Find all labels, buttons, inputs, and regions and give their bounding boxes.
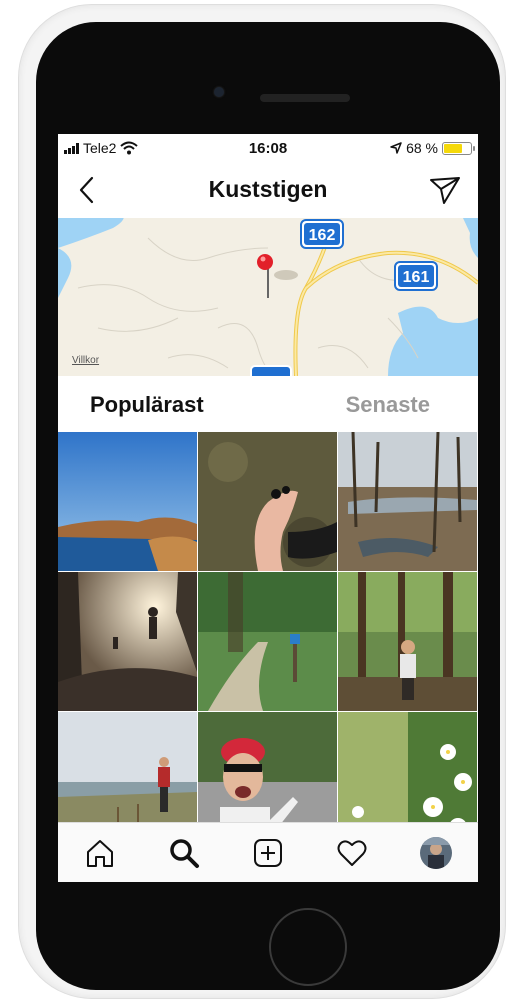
photo-tile-forest-path[interactable]	[198, 572, 337, 711]
road-sign-161: 161	[394, 261, 438, 291]
screen: Tele2 16:08 68 % Kuststigen 162 161 Vill…	[58, 134, 478, 882]
tab-popular[interactable]: Populärast	[90, 392, 204, 418]
photo-tile-hand[interactable]	[198, 432, 337, 571]
map-graphic: 162 161	[58, 218, 478, 376]
tab-recent[interactable]: Senaste	[346, 392, 430, 418]
search-icon[interactable]	[166, 835, 202, 871]
road-label-161: 161	[403, 269, 430, 286]
photo-tile-flowers[interactable]	[338, 712, 477, 822]
home-icon[interactable]	[82, 835, 118, 871]
bottom-tab-bar	[58, 822, 478, 882]
road-label-162: 162	[309, 227, 336, 244]
navigation-bar: Kuststigen	[58, 162, 478, 218]
sort-tabs: Populärast Senaste	[58, 376, 478, 432]
battery-icon	[442, 141, 475, 155]
road-sign-162: 162	[300, 219, 344, 249]
profile-avatar[interactable]	[420, 837, 452, 869]
page-title: Kuststigen	[208, 176, 328, 202]
photo-tile-coast[interactable]	[58, 432, 197, 571]
photo-tile-cyclist-selfie[interactable]	[198, 712, 337, 822]
photo-tile-marsh[interactable]	[338, 432, 477, 571]
battery-percent: 68 %	[406, 140, 438, 156]
send-direct-icon[interactable]	[428, 174, 462, 206]
heart-icon[interactable]	[334, 835, 370, 871]
map-terms-link[interactable]: Villkor	[72, 355, 99, 366]
earpiece-speaker	[260, 94, 350, 102]
add-post-icon[interactable]	[250, 835, 286, 871]
home-button[interactable]	[269, 908, 347, 986]
location-arrow-icon	[390, 142, 402, 154]
photo-tile-runner[interactable]	[58, 572, 197, 711]
photo-tile-seaside-hiker[interactable]	[58, 712, 197, 822]
front-camera	[214, 87, 224, 97]
status-bar: Tele2 16:08 68 %	[58, 134, 478, 162]
photo-grid	[58, 432, 478, 822]
location-map[interactable]: 162 161 Villkor	[58, 218, 478, 376]
photo-tile-hiker-forest[interactable]	[338, 572, 477, 711]
